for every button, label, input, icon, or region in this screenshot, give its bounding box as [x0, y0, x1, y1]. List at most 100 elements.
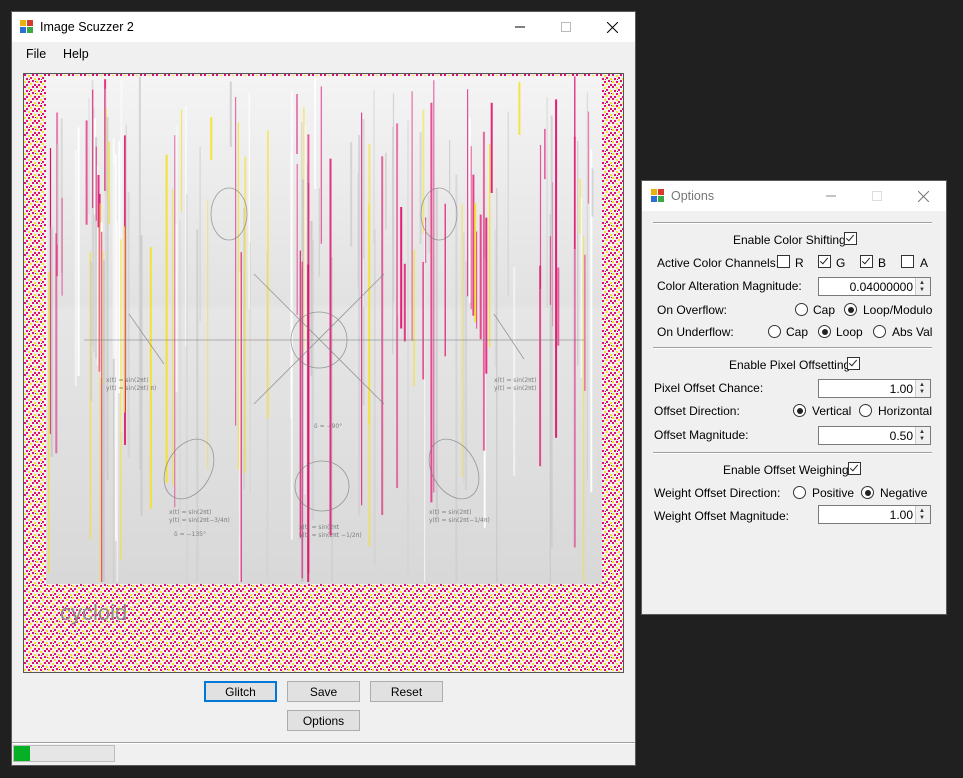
glitch-streak	[479, 214, 482, 340]
glitch-streak	[361, 112, 363, 506]
glitch-streak	[461, 204, 463, 477]
glitch-streak	[104, 88, 106, 474]
weight-direction-positive-radio[interactable]	[793, 486, 806, 499]
options-maximize-button[interactable]	[854, 181, 900, 211]
options-minimize-button[interactable]	[808, 181, 854, 211]
glitch-streak	[373, 229, 376, 566]
enable-offset-weighing-checkbox[interactable]	[848, 462, 861, 475]
glitch-streak	[449, 140, 451, 193]
glitch-streak	[74, 149, 77, 386]
weight-direction-negative-radio[interactable]	[861, 486, 874, 499]
glitch-streak	[101, 231, 103, 583]
glitch-streak	[544, 128, 546, 180]
channel-g-label: G	[836, 256, 846, 270]
channel-a-checkbox[interactable]	[901, 255, 914, 268]
glitch-streak	[430, 102, 433, 503]
status-separator	[12, 742, 635, 744]
glitch-streak	[172, 189, 174, 486]
svg-text:y(t) = sin(2πt−3/4π): y(t) = sin(2πt−3/4π)	[169, 517, 230, 524]
glitch-streak	[583, 235, 585, 582]
glitch-streak	[61, 197, 63, 296]
glitch-streak	[433, 80, 435, 493]
offset-direction-vertical-radio[interactable]	[793, 404, 806, 417]
enable-offset-weighing-label: Enable Offset Weighing:	[723, 463, 852, 477]
options-app-icon	[651, 189, 665, 203]
pixel-offset-chance-input[interactable]: 1.00 ▲ ▼	[818, 379, 931, 398]
spinner[interactable]: ▲ ▼	[915, 506, 930, 523]
color-alteration-magnitude-value: 0.04000000	[849, 280, 913, 294]
glitch-streak	[476, 231, 478, 329]
glitch-streak	[95, 146, 97, 221]
save-button[interactable]: Save	[287, 681, 360, 702]
minimize-button[interactable]	[497, 12, 543, 42]
menu-file[interactable]: File	[26, 47, 46, 61]
glitch-streak	[108, 141, 110, 225]
overflow-cap-radio[interactable]	[795, 303, 808, 316]
glitch-streak	[513, 266, 516, 477]
glitch-streak	[120, 239, 122, 561]
glitch-button[interactable]: Glitch	[204, 681, 277, 702]
active-color-channels-label: Active Color Channels:	[657, 256, 780, 270]
glitch-streak	[92, 89, 94, 208]
options-titlebar[interactable]: Options	[642, 181, 946, 211]
glitch-streak	[465, 260, 468, 490]
glitch-streak	[392, 126, 394, 354]
svg-text:x(t) = sin(2πt): x(t) = sin(2πt)	[169, 509, 212, 516]
glitch-streak	[435, 188, 438, 522]
minimize-icon	[826, 195, 836, 197]
overflow-loop-modulo-radio[interactable]	[844, 303, 857, 316]
options-button[interactable]: Options	[287, 710, 360, 731]
glitch-streak	[574, 76, 576, 250]
glitch-streak	[470, 146, 472, 310]
weight-offset-magnitude-input[interactable]: 1.00 ▲ ▼	[818, 505, 931, 524]
channel-r-label: R	[795, 256, 804, 270]
channel-r-checkbox[interactable]	[777, 255, 790, 268]
menu-help[interactable]: Help	[63, 47, 89, 61]
glitch-streak	[329, 158, 332, 536]
svg-text:y(t) = sin(2πt) π): y(t) = sin(2πt) π)	[106, 385, 156, 392]
weight-offset-magnitude-label: Weight Offset Magnitude:	[654, 509, 789, 523]
main-titlebar[interactable]: Image Scuzzer 2	[12, 12, 635, 42]
glitch-streak	[427, 195, 430, 254]
underflow-loop-radio[interactable]	[818, 325, 831, 338]
underflow-abs-val-radio[interactable]	[873, 325, 886, 338]
maximize-icon	[872, 191, 882, 201]
options-close-button[interactable]	[900, 181, 946, 211]
glitch-streak	[199, 146, 201, 322]
spinner[interactable]: ▲ ▼	[915, 278, 930, 295]
options-window: Options Enable Color Shifting: Active Co…	[642, 181, 946, 614]
color-alteration-magnitude-input[interactable]: 0.04000000 ▲ ▼	[818, 277, 931, 296]
offset-magnitude-input[interactable]: 0.50 ▲ ▼	[818, 426, 931, 445]
glitch-streak	[444, 203, 446, 357]
spinner[interactable]: ▲ ▼	[915, 427, 930, 444]
separator	[653, 452, 932, 454]
pixel-offset-chance-label: Pixel Offset Chance:	[654, 381, 764, 395]
glitch-streak	[413, 249, 416, 387]
reset-button[interactable]: Reset	[370, 681, 443, 702]
spinner[interactable]: ▲ ▼	[915, 380, 930, 397]
svg-text:y(t) = sin(2πt −1/2π): y(t) = sin(2πt −1/2π)	[299, 532, 362, 539]
weight-offset-direction-label: Weight Offset Direction:	[654, 486, 781, 500]
weight-direction-negative-label: Negative	[880, 486, 928, 500]
channel-b-checkbox[interactable]	[860, 255, 873, 268]
glitch-streak	[539, 265, 542, 467]
glitch-streak	[77, 127, 80, 377]
overflow-cap-label: Cap	[813, 303, 836, 317]
channel-g-checkbox[interactable]	[818, 255, 831, 268]
enable-pixel-offsetting-checkbox[interactable]	[847, 357, 860, 370]
color-alteration-magnitude-label: Color Alteration Magnitude:	[657, 279, 802, 293]
offset-direction-horizontal-radio[interactable]	[859, 404, 872, 417]
glitch-streak	[149, 247, 152, 509]
glitch-streak	[179, 220, 181, 527]
close-button[interactable]	[589, 12, 635, 42]
glitch-streak	[50, 227, 53, 457]
pixel-offset-chance-value: 1.00	[889, 382, 913, 396]
svg-text:x(t) = sin(2πt): x(t) = sin(2πt)	[106, 377, 149, 384]
maximize-button[interactable]	[543, 12, 589, 42]
glitch-streak	[373, 89, 375, 245]
offset-direction-vertical-label: Vertical	[812, 404, 852, 418]
enable-color-shifting-checkbox[interactable]	[844, 232, 857, 245]
glitch-streak	[114, 154, 117, 541]
glitch-streak	[396, 123, 399, 489]
underflow-cap-radio[interactable]	[768, 325, 781, 338]
